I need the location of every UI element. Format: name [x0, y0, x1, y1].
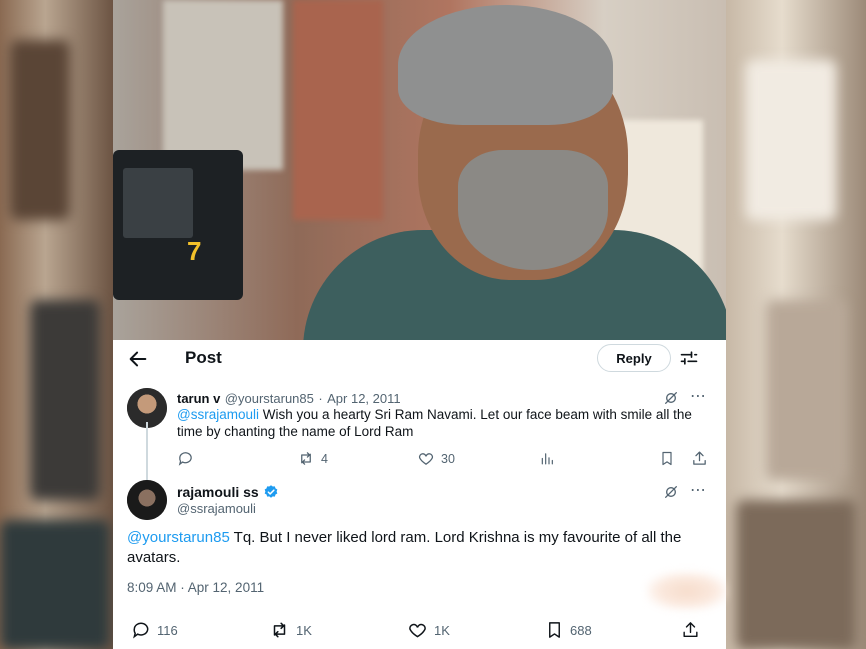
share-icon: [683, 622, 698, 638]
views-action[interactable]: [539, 450, 555, 467]
header-photo: 7: [113, 0, 726, 340]
main-handle[interactable]: @ssrajamouli: [177, 501, 256, 516]
main-tweet-author: rajamouli ss: [177, 484, 279, 500]
reply-button[interactable]: Reply: [597, 344, 671, 372]
retweet-icon: [301, 452, 311, 465]
main-tweet-actions: 116 1K 1K 688: [127, 620, 707, 640]
reply-display-name[interactable]: tarun v: [177, 391, 220, 406]
post-topbar: Post Reply: [113, 340, 726, 378]
main-timestamp[interactable]: 8:09 AM · Apr 12, 2011: [127, 580, 264, 595]
reply-mention-link[interactable]: @ssrajamouli: [177, 407, 259, 422]
separator-dot: ·: [318, 391, 323, 406]
reply-handle[interactable]: @yourstarun85: [225, 391, 314, 406]
main-tweet-text: @yourstarun85 Tq. But I never liked lord…: [127, 528, 687, 568]
background-blur-left: [0, 0, 113, 649]
avatar-rajamouli[interactable]: [127, 480, 167, 520]
comment-icon: [133, 622, 149, 639]
reply-date[interactable]: Apr 12, 2011: [327, 391, 400, 406]
like-action[interactable]: 30: [417, 450, 455, 467]
reply-count: 116: [157, 622, 178, 638]
verified-badge-icon: [264, 485, 278, 498]
share-icon: [693, 451, 706, 465]
more-options-icon-main[interactable]: ⋯: [690, 480, 707, 500]
share-action[interactable]: [691, 450, 708, 467]
page-title: Post: [185, 348, 222, 367]
main-retweet-count: 1K: [296, 622, 312, 638]
comment-icon: [178, 452, 192, 466]
main-like-count: 1K: [434, 622, 450, 638]
heart-icon: [409, 623, 426, 638]
blur-patch: [647, 572, 727, 610]
background-blur-right: [726, 0, 866, 649]
reply-action[interactable]: [177, 450, 194, 467]
retweet-count: 4: [321, 451, 328, 466]
main-mention-link[interactable]: @yourstarun85: [127, 529, 230, 546]
reply-tweet-actions: 4 30: [177, 450, 713, 468]
grok-icon[interactable]: [663, 390, 679, 406]
main-reply-action[interactable]: 116: [131, 620, 178, 640]
like-count: 30: [441, 451, 455, 466]
main-share-action[interactable]: [681, 620, 700, 640]
post-panel: Post Reply tarun v @yourstarun85 · Apr 1…: [113, 340, 727, 649]
views-chart-icon: [541, 453, 553, 465]
bookmark-count: 688: [570, 622, 592, 638]
reply-tweet-text: @ssrajamouli Wish you a hearty Sri Ram N…: [177, 406, 697, 440]
back-arrow-icon[interactable]: [127, 348, 149, 370]
retweet-icon: [273, 622, 286, 638]
thread-line: [146, 422, 148, 482]
more-options-icon[interactable]: ⋯: [690, 386, 707, 406]
heart-icon: [418, 453, 434, 465]
bookmark-action[interactable]: [659, 450, 675, 467]
main-like-action[interactable]: 1K: [407, 620, 450, 640]
main-display-name[interactable]: rajamouli ss: [177, 484, 259, 500]
filter-settings-icon[interactable]: [679, 348, 699, 368]
camera-monitor: 7: [113, 150, 243, 300]
main-bookmark-action[interactable]: 688: [545, 620, 592, 640]
grok-icon-main[interactable]: [663, 484, 679, 500]
retweet-action[interactable]: 4: [297, 450, 328, 467]
bookmark-icon: [662, 451, 672, 466]
bookmark-icon: [549, 622, 560, 638]
main-retweet-action[interactable]: 1K: [269, 620, 312, 640]
